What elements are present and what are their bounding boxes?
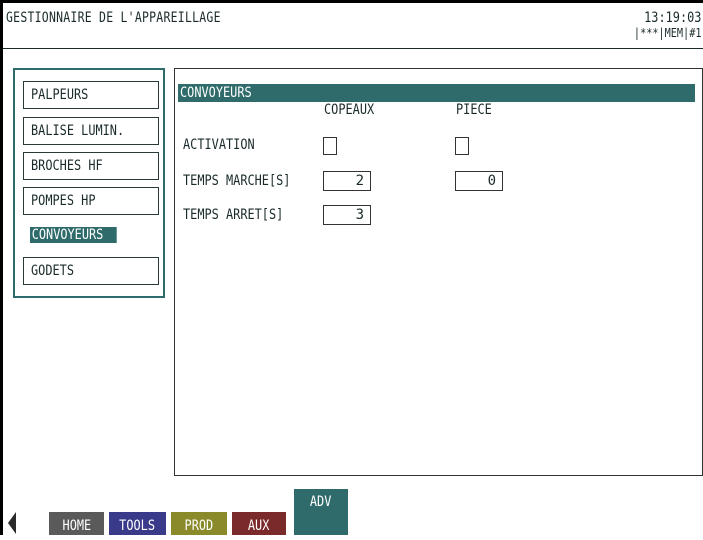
row-label-activation: ACTIVATION xyxy=(183,137,255,153)
row-label-temps-arret: TEMPS ARRET[S] xyxy=(183,207,284,223)
window-frame-top xyxy=(0,0,703,3)
tab-aux[interactable]: AUX xyxy=(232,512,286,535)
tab-home[interactable]: HOME xyxy=(49,512,104,535)
column-header-copeaux: COPEAUX xyxy=(324,102,375,118)
window-frame-left xyxy=(0,0,3,535)
activation-piece-checkbox[interactable] xyxy=(455,137,469,155)
status-indicator: |***|MEM|#1 xyxy=(633,26,701,40)
tab-prod[interactable]: PROD xyxy=(171,512,227,535)
menu-item-pompes-hp[interactable]: POMPES HP xyxy=(23,187,159,215)
temps-arret-copeaux-field[interactable]: 3 xyxy=(323,205,371,225)
menu-item-palpeurs[interactable]: PALPEURS xyxy=(23,81,159,109)
row-label-temps-marche: TEMPS MARCHE[S] xyxy=(183,173,291,189)
menu-item-convoyeurs[interactable]: CONVOYEURS xyxy=(23,222,159,250)
section-title: CONVOYEURS xyxy=(178,84,695,102)
activation-copeaux-checkbox[interactable] xyxy=(323,137,337,155)
tab-tools[interactable]: TOOLS xyxy=(109,512,166,535)
temps-marche-piece-field[interactable]: 0 xyxy=(455,171,503,191)
settings-panel xyxy=(174,68,703,476)
page-title: GESTIONNAIRE DE L'APPAREILLAGE xyxy=(6,10,221,26)
left-arrow-icon[interactable] xyxy=(8,512,16,534)
clock: 13:19:03 xyxy=(643,10,701,26)
tab-adv[interactable]: ADV xyxy=(294,489,348,535)
menu-item-godets[interactable]: GODETS xyxy=(23,257,159,285)
temps-marche-copeaux-field[interactable]: 2 xyxy=(323,171,371,191)
menu-item-broches-hf[interactable]: BROCHES HF xyxy=(23,152,159,180)
header-divider xyxy=(3,48,703,49)
column-header-piece: PIECE xyxy=(456,102,492,118)
device-menu: PALPEURS BALISE LUMIN. BROCHES HF POMPES… xyxy=(13,68,165,298)
menu-item-balise-lumin[interactable]: BALISE LUMIN. xyxy=(23,117,159,145)
